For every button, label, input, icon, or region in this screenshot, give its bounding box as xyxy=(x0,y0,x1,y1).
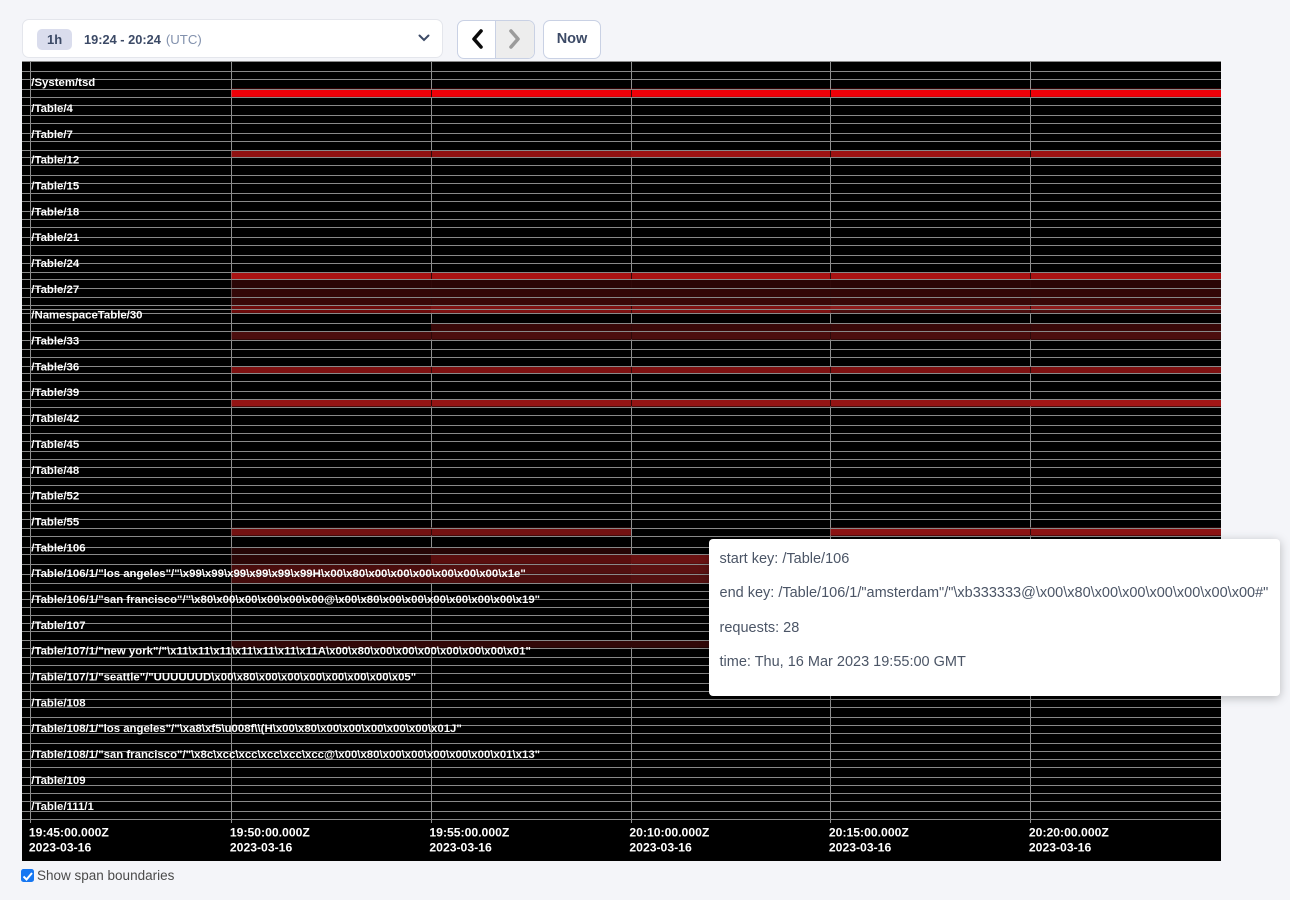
svg-text:/Table/107: /Table/107 xyxy=(31,619,85,631)
svg-text:/System/tsd: /System/tsd xyxy=(31,77,95,89)
svg-text:/Table/21: /Table/21 xyxy=(31,232,80,244)
svg-text:/Table/107/1/"new york"/"\x11\: /Table/107/1/"new york"/"\x11\x11\x11\x1… xyxy=(31,645,531,657)
svg-text:/Table/4: /Table/4 xyxy=(31,102,73,114)
svg-text:20:20:00.000Z: 20:20:00.000Z xyxy=(1029,825,1110,839)
svg-text:/Table/52: /Table/52 xyxy=(31,490,79,502)
svg-text:/Table/24: /Table/24 xyxy=(31,258,80,270)
svg-text:2023-03-16: 2023-03-16 xyxy=(1029,840,1092,854)
svg-text:/Table/111/1: /Table/111/1 xyxy=(31,800,94,812)
svg-text:2023-03-16: 2023-03-16 xyxy=(629,840,692,854)
svg-text:/Table/27: /Table/27 xyxy=(31,283,79,295)
svg-text:/Table/106/1/"san francisco"/": /Table/106/1/"san francisco"/"\x80\x00\x… xyxy=(31,594,540,606)
svg-text:/Table/45: /Table/45 xyxy=(31,438,80,450)
svg-text:/Table/106/1/"los angeles"/"\x: /Table/106/1/"los angeles"/"\x99\x99\x99… xyxy=(31,568,525,580)
svg-text:2023-03-16: 2023-03-16 xyxy=(230,840,293,854)
svg-text:/Table/107/1/"seattle"/"UUUUUU: /Table/107/1/"seattle"/"UUUUUUD\x00\x80\… xyxy=(31,671,416,683)
svg-text:/Table/42: /Table/42 xyxy=(31,413,79,425)
svg-text:/Table/48: /Table/48 xyxy=(31,464,79,476)
svg-text:2023-03-16: 2023-03-16 xyxy=(829,840,892,854)
svg-text:20:10:00.000Z: 20:10:00.000Z xyxy=(629,825,710,839)
svg-text:/Table/39: /Table/39 xyxy=(31,387,79,399)
svg-text:/Table/55: /Table/55 xyxy=(31,516,80,528)
svg-text:/Table/36: /Table/36 xyxy=(31,361,79,373)
svg-text:/Table/33: /Table/33 xyxy=(31,335,79,347)
svg-text:/Table/109: /Table/109 xyxy=(31,774,85,786)
svg-text:/Table/18: /Table/18 xyxy=(31,206,79,218)
svg-text:19:45:00.000Z: 19:45:00.000Z xyxy=(29,825,110,839)
svg-text:/Table/15: /Table/15 xyxy=(31,180,80,192)
svg-text:/Table/108: /Table/108 xyxy=(31,697,85,709)
svg-text:/NamespaceTable/30: /NamespaceTable/30 xyxy=(31,309,142,321)
svg-text:/Table/108/1/"los angeles"/"\x: /Table/108/1/"los angeles"/"\xa8\xf5\u00… xyxy=(31,723,461,735)
svg-text:19:50:00.000Z: 19:50:00.000Z xyxy=(230,825,311,839)
svg-text:20:15:00.000Z: 20:15:00.000Z xyxy=(829,825,910,839)
svg-text:/Table/108/1/"san francisco"/": /Table/108/1/"san francisco"/"\x8c\xcc\x… xyxy=(31,749,540,761)
svg-text:2023-03-16: 2023-03-16 xyxy=(29,840,92,854)
svg-text:2023-03-16: 2023-03-16 xyxy=(429,840,492,854)
svg-text:/Table/106: /Table/106 xyxy=(31,542,85,554)
svg-text:/Table/12: /Table/12 xyxy=(31,154,79,166)
svg-text:/Table/7: /Table/7 xyxy=(31,128,73,140)
svg-text:19:55:00.000Z: 19:55:00.000Z xyxy=(429,825,510,839)
